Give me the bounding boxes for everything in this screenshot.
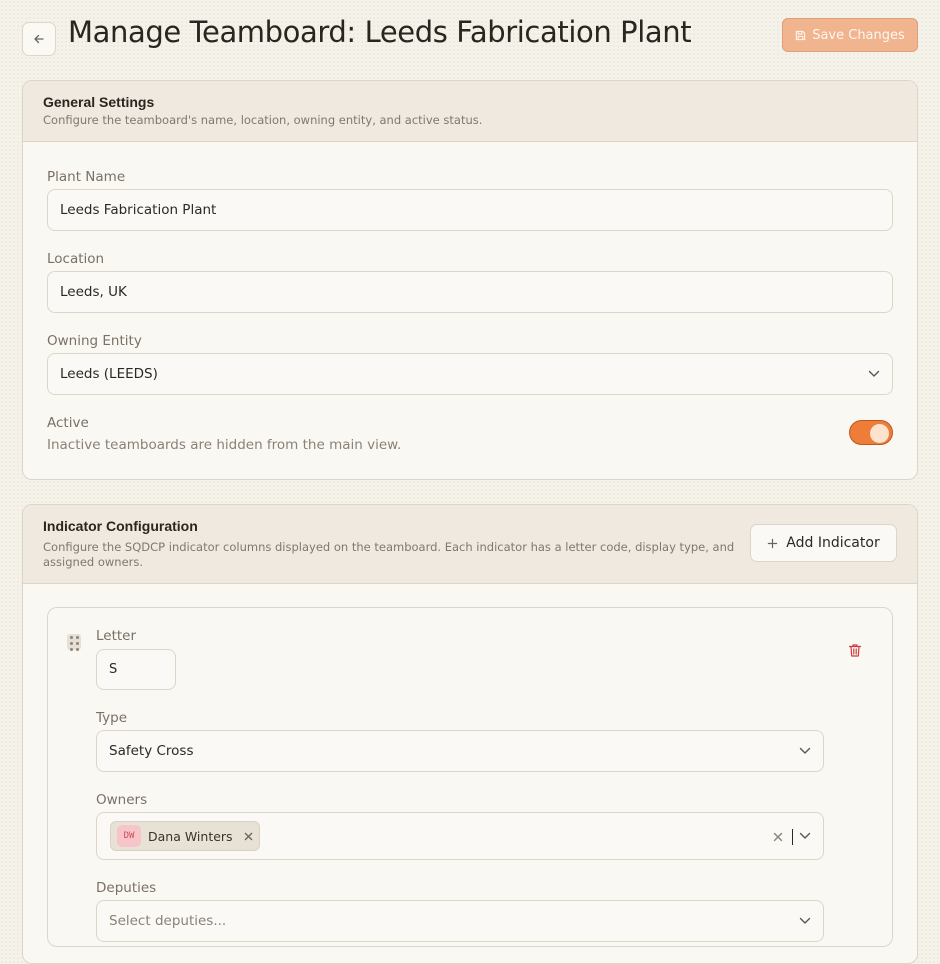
delete-indicator-button[interactable]: [848, 643, 864, 660]
active-toggle[interactable]: [849, 420, 893, 445]
chevron-down-icon: [868, 370, 880, 377]
clear-icon[interactable]: [773, 832, 783, 842]
owner-chip: DW Dana Winters: [110, 821, 260, 851]
avatar: DW: [117, 825, 141, 847]
letter-value: S: [109, 662, 118, 677]
deputies-label: Deputies: [96, 880, 157, 896]
letter-label: Letter: [96, 628, 137, 644]
general-settings-subtitle: Configure the teamboard's name, location…: [43, 113, 483, 127]
plant-name-value: Leeds Fabrication Plant: [60, 202, 217, 218]
arrow-left-icon: [34, 34, 44, 44]
active-label: Active: [47, 415, 89, 431]
plus-icon: [768, 538, 778, 548]
trash-icon: [848, 644, 862, 657]
page-title: Manage Teamboard: Leeds Fabrication Plan…: [68, 15, 692, 49]
chevron-down-icon: [799, 747, 811, 754]
location-input[interactable]: Leeds, UK: [47, 271, 893, 313]
back-button[interactable]: [22, 22, 56, 56]
save-button[interactable]: Save Changes: [782, 18, 918, 52]
owning-entity-label: Owning Entity: [47, 333, 142, 349]
general-settings-title: General Settings: [43, 94, 155, 110]
chevron-down-icon: [799, 917, 811, 924]
general-settings-header: General Settings Configure the teamboard…: [23, 81, 917, 142]
owners-label: Owners: [96, 792, 148, 808]
chevron-down-icon[interactable]: [799, 832, 811, 840]
type-value: Safety Cross: [109, 743, 194, 759]
deputies-multiselect[interactable]: Select deputies...: [96, 900, 824, 942]
add-indicator-label: Add Indicator: [786, 535, 880, 551]
remove-owner-icon[interactable]: [244, 832, 253, 841]
letter-input[interactable]: S: [96, 649, 176, 690]
owner-name: Dana Winters: [148, 828, 233, 844]
type-label: Type: [96, 710, 128, 726]
plant-name-label: Plant Name: [47, 169, 126, 185]
add-indicator-button[interactable]: Add Indicator: [750, 524, 897, 562]
location-label: Location: [47, 251, 105, 267]
plant-name-input[interactable]: Leeds Fabrication Plant: [47, 189, 893, 231]
owning-entity-value: Leeds (LEEDS): [60, 366, 158, 382]
drag-handle-icon[interactable]: [67, 634, 81, 651]
type-select[interactable]: Safety Cross: [96, 730, 824, 772]
active-help-text: Inactive teamboards are hidden from the …: [47, 437, 402, 453]
indicator-config-subtitle: Configure the SQDCP indicator columns di…: [43, 540, 735, 569]
deputies-placeholder: Select deputies...: [109, 913, 227, 929]
location-value: Leeds, UK: [60, 284, 127, 300]
owning-entity-select[interactable]: Leeds (LEEDS): [47, 353, 893, 395]
select-divider: [792, 829, 793, 845]
toggle-knob: [870, 424, 889, 443]
indicator-config-title: Indicator Configuration: [43, 518, 198, 534]
save-icon: [796, 30, 806, 40]
save-button-label: Save Changes: [812, 27, 905, 43]
